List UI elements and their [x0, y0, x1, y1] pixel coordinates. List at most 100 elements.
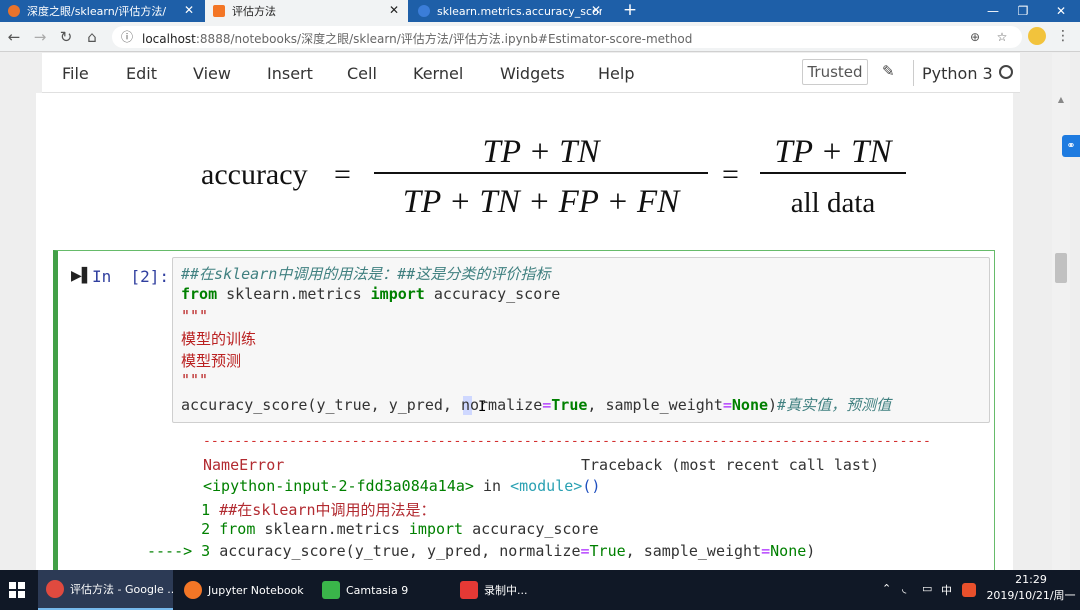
battery-icon[interactable]: ▭: [922, 582, 932, 595]
tb-op: =: [580, 542, 590, 560]
formula-denominator: TP + TN + FP + FN: [403, 184, 681, 219]
new-tab-button[interactable]: +: [620, 0, 640, 22]
formula-eq2: =: [722, 158, 739, 191]
windows-start-icon[interactable]: [0, 570, 34, 610]
code-paren: ): [768, 396, 778, 414]
tb-call: accuracy_score(y_true, y_pred, normalize: [219, 542, 581, 560]
formula-lhs: accuracy: [201, 158, 308, 191]
tab-evaluation-method[interactable]: 评估方法 ✕: [205, 0, 408, 22]
home-icon[interactable]: ⌂: [82, 27, 102, 47]
minimize-button[interactable]: —: [978, 0, 1008, 22]
browser-tab-strip: 深度之眼/sklearn/评估方法/ ✕ 评估方法 ✕ sklearn.metr…: [0, 0, 1080, 22]
maximize-button[interactable]: ❐: [1008, 0, 1038, 22]
tb-module: sklearn.metrics: [255, 520, 409, 538]
address-bar[interactable]: ⓘ localhost:8888/notebooks/深度之眼/sklearn/…: [112, 26, 1022, 48]
menu-cell[interactable]: Cell: [347, 64, 377, 83]
edit-pencil-icon[interactable]: ✎: [882, 62, 895, 80]
code-op: =: [542, 396, 552, 414]
menu-kernel[interactable]: Kernel: [413, 64, 463, 83]
cell-output: ----------------------------------------…: [147, 434, 993, 570]
url-host: localhost: [142, 32, 196, 46]
code-comment: #真实值，预测值: [777, 396, 892, 414]
formula-numerator-2: TP + TN: [774, 134, 893, 170]
close-icon[interactable]: ✕: [387, 3, 401, 17]
code-line-7: accuracy_score(y_true, y_pred, normalize…: [181, 394, 891, 415]
sklearn-icon: [418, 5, 430, 17]
task-label: 评估方法 - Google ...: [70, 583, 173, 596]
line-number: 1: [147, 501, 220, 519]
code-none: None: [731, 396, 769, 414]
keyword-from: from: [181, 285, 218, 303]
task-camtasia[interactable]: Camtasia 9: [314, 570, 449, 610]
in-text: in: [473, 477, 511, 495]
traceback-line-2: 2 from sklearn.metrics import accuracy_s…: [147, 520, 599, 538]
tb-name: accuracy_score: [463, 520, 599, 538]
traceback-location: <ipython-input-2-fdd3a084a14a> in <modul…: [203, 477, 600, 495]
extension-icon[interactable]: ⚭: [1062, 135, 1080, 157]
menu-file[interactable]: File: [62, 64, 89, 83]
menu-edit[interactable]: Edit: [126, 64, 157, 83]
code-editor[interactable]: ##在sklearn中调用的用法是：##这是分类的评价指标 from sklea…: [172, 257, 990, 423]
sogou-icon[interactable]: [962, 583, 976, 597]
zoom-icon[interactable]: ⊕: [967, 29, 983, 45]
trusted-button[interactable]: Trusted: [802, 59, 868, 85]
window-close-button[interactable]: ✕: [1046, 0, 1076, 22]
task-recording[interactable]: 录制中...: [452, 570, 552, 610]
task-jupyter[interactable]: Jupyter Notebook: [176, 570, 311, 610]
url-text[interactable]: localhost:8888/notebooks/深度之眼/sklearn/评估…: [142, 30, 692, 47]
code-true: True: [551, 396, 588, 414]
profile-avatar[interactable]: [1028, 27, 1046, 45]
tab-title: 评估方法: [232, 5, 276, 18]
jupyter-icon: [184, 581, 202, 599]
close-icon[interactable]: ✕: [182, 3, 196, 17]
tb-true: True: [589, 542, 626, 560]
code-line-6: """: [181, 371, 209, 389]
code-arg: , sample_weight: [587, 396, 723, 414]
kernel-idle-icon: [999, 65, 1013, 79]
page-scrollbar[interactable]: [1052, 53, 1070, 570]
code-call: accuracy_score(y_true, y_pred, normalize: [181, 396, 543, 414]
menu-help[interactable]: Help: [598, 64, 634, 83]
recorder-icon: [460, 581, 478, 599]
parens: (): [582, 477, 601, 495]
formula-denominator-2: all data: [791, 187, 876, 219]
tb-from: from: [219, 520, 256, 538]
tab-sklearn-docs[interactable]: sklearn.metrics.accuracy_score ✕: [410, 0, 610, 22]
menu-view[interactable]: View: [193, 64, 231, 83]
notebook-icon: [213, 5, 225, 17]
url-path: :8888/notebooks/深度之眼/sklearn/评估方法/评估方法.i…: [195, 32, 693, 46]
task-chrome[interactable]: 评估方法 - Google ...: [38, 570, 173, 610]
back-arrow-icon[interactable]: ←: [4, 27, 24, 47]
bookmark-star-icon[interactable]: ☆: [994, 29, 1010, 45]
traceback-divider: ----------------------------------------…: [203, 434, 931, 449]
scroll-up-arrow-icon[interactable]: ▲: [1052, 95, 1070, 107]
tb-comment: ##在sklearn中调用的用法是：: [219, 501, 436, 519]
close-icon[interactable]: ✕: [589, 3, 603, 17]
menu-insert[interactable]: Insert: [267, 64, 313, 83]
network-icon[interactable]: ◟: [902, 582, 906, 595]
menu-widgets[interactable]: Widgets: [500, 64, 565, 83]
clock-time: 21:29: [1015, 573, 1047, 586]
tray-chevron-icon[interactable]: ⌃: [882, 582, 891, 595]
run-cell-icon[interactable]: ▶▌: [71, 268, 93, 284]
windows-taskbar: 评估方法 - Google ... Jupyter Notebook Camta…: [0, 570, 1080, 610]
divider: [913, 60, 914, 86]
kernel-name: Python 3: [922, 64, 993, 83]
jupyter-page: File Edit View Insert Cell Kernel Widget…: [0, 53, 1080, 570]
forward-arrow-icon[interactable]: →: [30, 27, 50, 47]
scrollbar-thumb[interactable]: [1055, 253, 1067, 283]
reload-icon[interactable]: ↻: [56, 27, 76, 47]
more-menu-icon[interactable]: ⋮: [1056, 25, 1070, 47]
line-number: 2: [147, 520, 220, 538]
tab-deep-eye-folder[interactable]: 深度之眼/sklearn/评估方法/ ✕: [0, 0, 203, 22]
ime-indicator[interactable]: 中: [941, 582, 952, 598]
accuracy-formula: accuracy = TP + TN TP + TN + FP + FN = T…: [201, 134, 906, 219]
clock-date: 2019/10/21/周一: [986, 589, 1076, 602]
code-cell[interactable]: ▶▌ In [2]: ##在sklearn中调用的用法是：##这是分类的评价指标…: [53, 250, 995, 570]
formula-eq: =: [334, 158, 351, 191]
browser-toolbar: ← → ↻ ⌂ ⓘ localhost:8888/notebooks/深度之眼/…: [0, 22, 1080, 52]
traceback-line-1: 1 ##在sklearn中调用的用法是：: [147, 499, 436, 520]
code-line-4: 模型的训练: [181, 330, 257, 348]
task-label: 录制中...: [484, 584, 528, 597]
taskbar-clock[interactable]: 21:29 2019/10/21/周一: [986, 572, 1076, 604]
